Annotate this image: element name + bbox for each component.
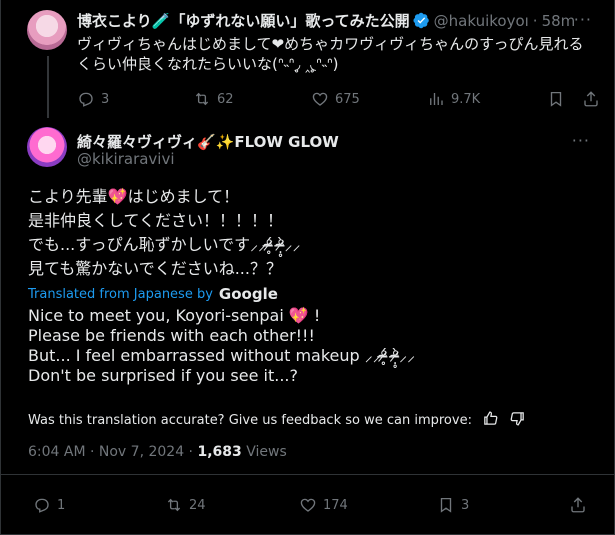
parent-action-bar: 3 62 675 9.7K: [77, 89, 598, 109]
reply-button[interactable]: 1: [33, 496, 65, 514]
tweet-text-original: こより先輩💖はじめまして！ 是非仲良くしてください！！！！！ でも...すっぴん…: [28, 185, 588, 281]
bookmark-button[interactable]: [547, 90, 565, 108]
tweet-action-bar: 1 24 174 3: [33, 495, 593, 515]
repost-icon: [167, 498, 181, 512]
repost-button[interactable]: 62: [193, 90, 234, 108]
reply-button[interactable]: 3: [77, 90, 109, 108]
separator: ·: [532, 11, 538, 30]
tweet-thread: 博衣こより🧪「ゆずれない願い」歌ってみた公開 @hakuikoyoı · 58m…: [0, 0, 615, 535]
repost-icon: [195, 92, 209, 106]
reply-count: 3: [101, 91, 110, 107]
divider: [1, 474, 615, 475]
tweet-text: ヴィヴィちゃんはじめまして❤めちゃカワヴィヴィちゃんのすっぴん見れるくらい仲良く…: [77, 35, 584, 73]
share-button[interactable]: [569, 496, 587, 514]
views-button[interactable]: 9.7K: [427, 90, 480, 108]
thumbs-down-icon: [510, 412, 524, 426]
avatar[interactable]: [27, 10, 67, 50]
verified-badge-icon: [413, 12, 430, 29]
author-name[interactable]: 博衣こより🧪「ゆずれない願い」歌ってみた公開: [77, 10, 410, 31]
text-line: Nice to meet you, Koyori-senpai 💖 !: [28, 306, 321, 325]
repost-count: 62: [217, 91, 234, 107]
tweet-text-translated: Nice to meet you, Koyori-senpai 💖 ! Plea…: [28, 306, 588, 386]
translation-attribution[interactable]: Translated from Japanese by Google: [28, 285, 278, 303]
google-logo: Google: [218, 285, 278, 303]
timestamp[interactable]: 58m: [542, 12, 576, 30]
bookmark-count: 3: [461, 497, 470, 513]
reply-count: 1: [57, 497, 66, 513]
thumbs-up-button[interactable]: [482, 410, 499, 431]
view-count: 9.7K: [451, 91, 481, 107]
like-button[interactable]: 174: [299, 496, 348, 514]
tweet-header: 綺々羅々ヴィヴィ🎸✨FLOW GLOW: [77, 131, 339, 152]
heart-icon: [300, 498, 316, 512]
author-handle[interactable]: @kikiraravivi: [77, 150, 175, 168]
views-count: 1,683: [197, 444, 242, 460]
views-label: Views: [241, 444, 287, 460]
thumbs-up-icon: [484, 411, 498, 425]
author-handle[interactable]: @hakuikoyoı: [434, 12, 529, 30]
text-line: こより先輩💖はじめまして！: [28, 187, 240, 206]
more-options-icon[interactable]: ···: [572, 131, 590, 150]
text-line: 見ても驚かないでくださいね...？？: [28, 259, 282, 278]
tweet-meta: 6:04 AM · Nov 7, 2024 · 1,683 Views: [28, 444, 287, 460]
text-line: 是非仲良くしてください！！！！！: [28, 211, 284, 230]
avatar[interactable]: [27, 127, 67, 167]
share-icon: [571, 497, 585, 513]
parent-header: 博衣こより🧪「ゆずれない願い」歌ってみた公開 @hakuikoyoı · 58m: [77, 10, 575, 31]
text-line: But... I feel embarrassed without makeup…: [28, 346, 416, 365]
author-name[interactable]: 綺々羅々ヴィヴィ🎸✨FLOW GLOW: [77, 131, 339, 152]
more-options-icon[interactable]: ···: [574, 10, 592, 29]
thumbs-down-button[interactable]: [509, 410, 526, 431]
repost-count: 24: [189, 497, 206, 513]
thread-connector: [47, 56, 49, 118]
share-button[interactable]: [582, 90, 600, 108]
share-icon: [584, 91, 598, 107]
bookmark-icon: [440, 497, 452, 513]
like-count: 675: [335, 91, 360, 107]
like-button[interactable]: 675: [311, 90, 360, 108]
repost-button[interactable]: 24: [165, 496, 206, 514]
reply-icon: [35, 498, 49, 513]
parent-tweet[interactable]: 博衣こより🧪「ゆずれない願い」歌ってみた公開 @hakuikoyoı · 58m…: [1, 0, 615, 120]
like-count: 174: [323, 497, 348, 513]
translation-feedback: Was this translation accurate? Give us f…: [28, 410, 526, 431]
timestamp[interactable]: 6:04 AM · Nov 7, 2024 ·: [28, 444, 197, 460]
feedback-text: Was this translation accurate? Give us f…: [28, 413, 472, 428]
reply-icon: [79, 92, 93, 107]
bookmark-icon: [550, 91, 562, 107]
text-line: Don't be surprised if you see it...?: [28, 366, 298, 385]
heart-icon: [312, 92, 328, 106]
text-line: でも...すっぴん恥ずかしいです⸝⸝ᵒ̴̶̷̥́ ᵒ̴̶̷̣̥̀⸝⸝: [28, 235, 301, 254]
translated-label: Translated from Japanese by: [28, 286, 213, 302]
bookmark-button[interactable]: 3: [437, 496, 469, 514]
analytics-icon: [430, 93, 443, 105]
text-line: Please be friends with each other!!!: [28, 326, 315, 345]
